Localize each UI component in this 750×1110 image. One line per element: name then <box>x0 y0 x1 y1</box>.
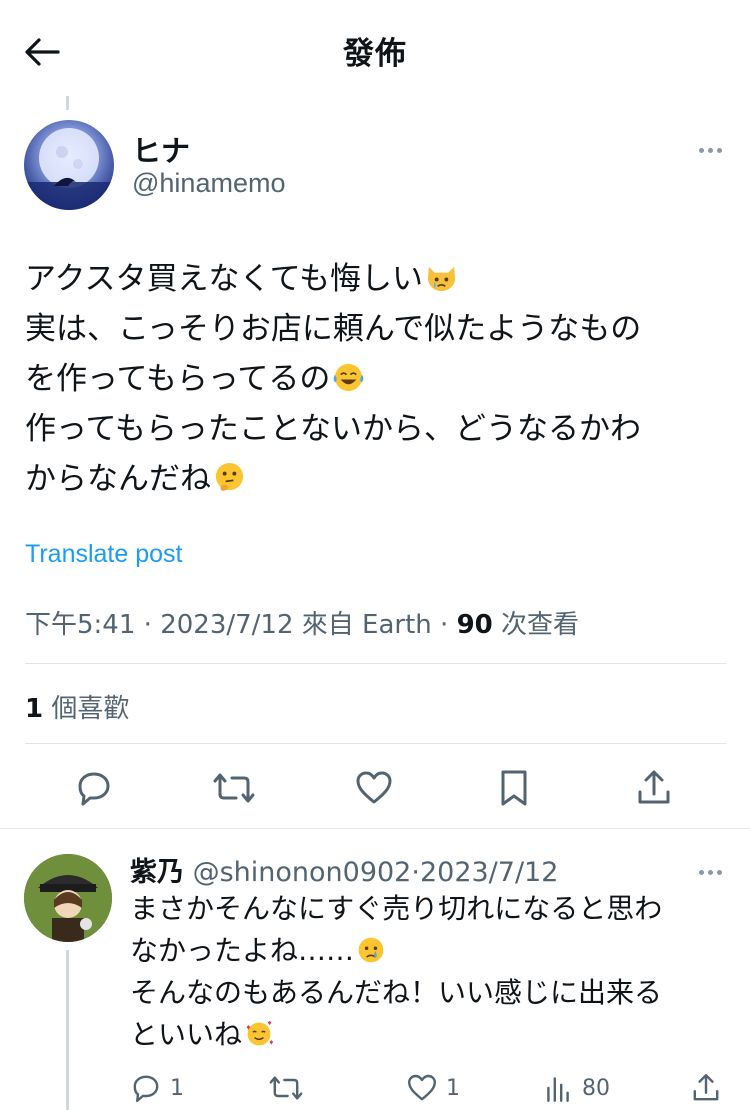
repost-button[interactable] <box>212 766 256 810</box>
more-options-button[interactable] <box>690 132 730 162</box>
top-bar: 發佈 <box>0 0 750 100</box>
likes-label: 個喜歡 <box>43 694 130 724</box>
reply-reply-button[interactable]: 1 <box>130 1068 184 1108</box>
reply-icon <box>133 1075 159 1102</box>
reply-text-line: なかったよね…… <box>130 930 720 972</box>
share-icon <box>693 1074 719 1101</box>
post-text-line: からなんだね <box>25 454 725 504</box>
like-button[interactable] <box>352 766 396 810</box>
repost-icon <box>213 773 255 803</box>
more-dots-icon <box>697 138 724 157</box>
reply-text-line: まさかそんなにすぐ売り切れになると思わ <box>130 892 663 925</box>
views-bar-chart-icon <box>547 1077 569 1102</box>
thinking-face-emoji <box>215 462 244 491</box>
reply-button[interactable] <box>72 766 116 810</box>
crying-face-emoji <box>358 937 384 963</box>
divider <box>25 663 726 664</box>
heart-icon <box>408 1074 436 1101</box>
reply-share-button[interactable] <box>690 1068 730 1108</box>
reply-repost-button[interactable] <box>268 1068 312 1108</box>
repost-icon <box>269 1076 303 1100</box>
reply-author-handle[interactable]: @shinonon0902 <box>193 857 412 888</box>
reply-like-button[interactable]: 1 <box>406 1068 460 1108</box>
post-metadata: 下午5:41 · 2023/7/12 來自 Earth · 90 次查看 <box>25 610 580 640</box>
crying-cat-emoji <box>427 266 456 292</box>
views-label: 次查看 <box>492 610 580 640</box>
likes-summary[interactable]: 1 個喜歡 <box>25 688 129 725</box>
reply-views-count: 80 <box>582 1075 610 1101</box>
bookmark-button[interactable] <box>492 766 536 810</box>
post-text-line: アクスタ買えなくても悔しい <box>25 254 725 304</box>
reply-more-options-button[interactable] <box>690 854 730 884</box>
reply-header: 紫乃 @shinonon0902·2023/7/12 <box>130 857 559 888</box>
post-text: アクスタ買えなくても悔しい 実は、こっそりお店に頼んで似たようなもの を作っても… <box>25 254 725 504</box>
share-icon <box>638 770 670 804</box>
page-title: 發佈 <box>343 36 407 72</box>
share-button[interactable] <box>632 766 676 810</box>
reply-replies-count: 1 <box>170 1075 184 1101</box>
author-handle[interactable]: @hinamemo <box>132 168 285 199</box>
reply-date[interactable]: 2023/7/12 <box>420 857 558 888</box>
moon-dolphin-avatar-image <box>24 128 114 210</box>
character-avatar-image <box>24 854 112 942</box>
thread-connector-line <box>66 96 69 110</box>
views-count: 90 <box>456 610 493 640</box>
divider <box>25 743 726 744</box>
reply-author-avatar[interactable] <box>24 854 112 942</box>
author-name[interactable]: ヒナ <box>132 128 190 170</box>
post-source: 來自 Earth <box>301 610 432 640</box>
reply-likes-count: 1 <box>446 1075 460 1101</box>
laughing-tears-emoji <box>334 363 364 392</box>
post-text-line: を作ってもらってるの <box>25 354 725 404</box>
post-text-line: 作ってもらったことないから、どうなるかわ <box>25 411 641 447</box>
post-time[interactable]: 下午5:41 <box>25 610 135 640</box>
translate-post-link[interactable]: Translate post <box>25 540 182 569</box>
reply-icon <box>78 772 110 806</box>
author-avatar[interactable] <box>24 120 114 210</box>
bookmark-icon <box>501 770 527 806</box>
likes-count: 1 <box>25 694 44 724</box>
heart-icon <box>356 771 392 804</box>
divider <box>0 828 750 829</box>
more-dots-icon <box>697 860 724 879</box>
post-text-line: 実は、こっそりお店に頼んで似たようなもの <box>25 311 642 347</box>
reply-text: まさかそんなにすぐ売り切れになると思わ なかったよね…… そんなのもあるんだね！… <box>130 888 720 1056</box>
reply-text-line: そんなのもあるんだね！いい感じに出来る <box>130 976 663 1009</box>
thread-connector-line <box>66 950 69 1110</box>
reply-author-name[interactable]: 紫乃 <box>130 857 184 888</box>
reply-views-button[interactable]: 80 <box>542 1068 610 1108</box>
reply-text-line: といいね <box>130 1014 720 1056</box>
smiling-hearts-emoji <box>246 1020 274 1046</box>
post-date[interactable]: 2023/7/12 <box>160 610 293 640</box>
